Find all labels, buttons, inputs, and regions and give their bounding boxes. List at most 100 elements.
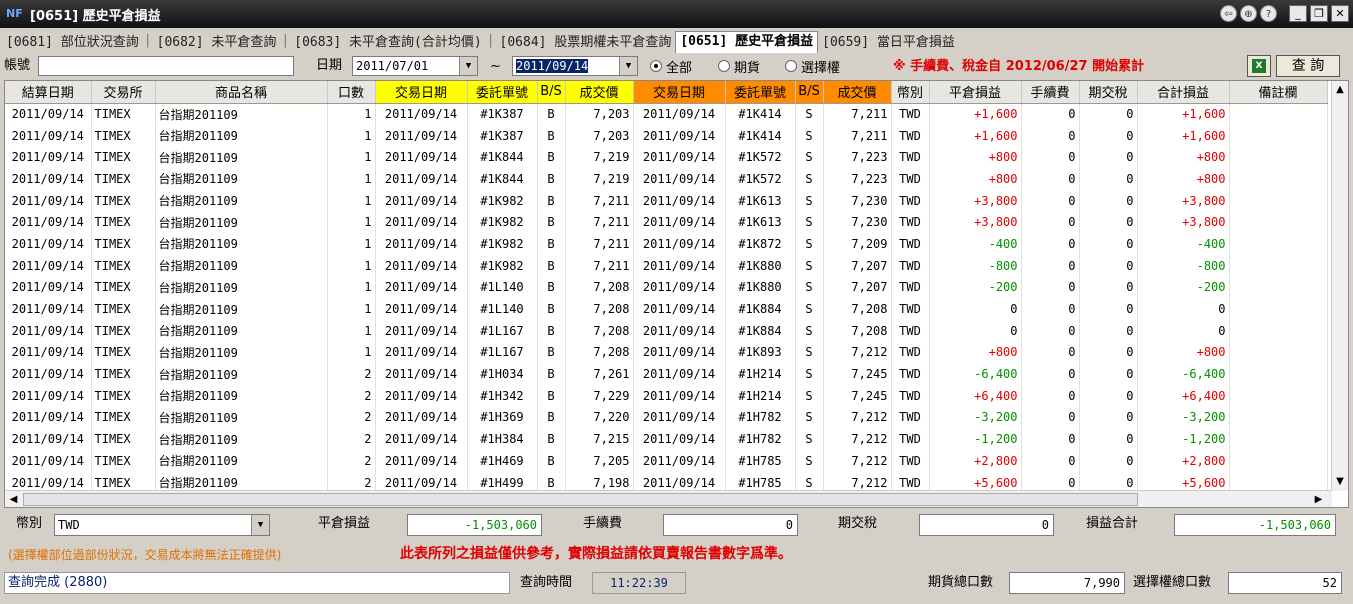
zoom-icon[interactable]: ⊕ [1240, 5, 1257, 22]
radio-unchecked-icon [785, 60, 797, 72]
tab-0683[interactable]: [0683] 未平倉查詢(合計均價) [290, 33, 485, 53]
cell-fee: 0 [1021, 103, 1080, 125]
col-close-order-no[interactable]: 委託單號 [725, 81, 796, 104]
table-row[interactable]: 2011/09/14 TIMEX 台指期201109 1 2011/09/14 #1K84… [5, 168, 1328, 190]
account-field[interactable] [38, 56, 294, 76]
cell-currency: TWD [891, 211, 930, 234]
table-row[interactable]: 2011/09/14 TIMEX 台指期201109 2 2011/09/14 #1H36… [5, 406, 1328, 429]
cell-currency: TWD [891, 233, 930, 255]
cell-open-price: 7,219 [565, 168, 634, 190]
cell-close-bs: S [795, 363, 824, 385]
col-close-bs[interactable]: B/S [795, 81, 824, 104]
cell-open-order-no: #1K982 [467, 233, 538, 255]
cell-currency: TWD [891, 450, 930, 472]
scroll-down-icon[interactable]: ▼ [1332, 473, 1348, 490]
col-settle-date[interactable]: 結算日期 [5, 81, 92, 104]
cell-open-trade-date: 2011/09/14 [375, 341, 468, 364]
chevron-down-icon[interactable]: ▼ [459, 57, 477, 75]
table-row[interactable]: 2011/09/14 TIMEX 台指期201109 1 2011/09/14 #1K38… [5, 103, 1328, 125]
cell-close-price: 7,245 [823, 363, 892, 385]
close-button[interactable]: ✕ [1331, 5, 1349, 22]
cell-close-price: 7,208 [823, 319, 892, 342]
col-total-pnl[interactable]: 合計損益 [1137, 81, 1230, 104]
cell-open-order-no: #1L167 [467, 319, 538, 342]
col-close-price[interactable]: 成交價 [823, 81, 892, 104]
scroll-right-icon[interactable]: ▶ [1310, 491, 1327, 507]
cell-open-bs: B [537, 103, 566, 125]
cell-total-pnl: 0 [1137, 319, 1230, 342]
scroll-up-icon[interactable]: ▲ [1332, 81, 1348, 98]
col-exchange[interactable]: 交易所 [91, 81, 156, 104]
col-pnl[interactable]: 平倉損益 [929, 81, 1022, 104]
back-icon[interactable]: ⇦ [1220, 5, 1237, 22]
cell-close-bs: S [795, 103, 824, 125]
cell-close-trade-date: 2011/09/14 [633, 189, 726, 212]
cell-total-pnl: -200 [1137, 276, 1230, 299]
chevron-down-icon[interactable]: ▼ [619, 57, 637, 75]
cell-exchange: TIMEX [91, 450, 156, 472]
table-row[interactable]: 2011/09/14 TIMEX 台指期201109 1 2011/09/14 #1K98… [5, 211, 1328, 234]
tab-0684[interactable]: [0684] 股票期權未平倉查詢 [496, 33, 676, 53]
col-open-trade-date[interactable]: 交易日期 [375, 81, 468, 104]
cell-close-bs: S [795, 341, 824, 364]
excel-export-button[interactable]: X [1247, 55, 1271, 77]
date-to-combo[interactable]: 2011/09/14 ▼ [512, 56, 638, 76]
col-currency[interactable]: 幣別 [891, 81, 930, 104]
vertical-scrollbar[interactable]: ▲ ▼ [1331, 81, 1348, 491]
table-row[interactable]: 2011/09/14 TIMEX 台指期201109 1 2011/09/14 #1K84… [5, 146, 1328, 169]
cell-close-trade-date: 2011/09/14 [633, 124, 726, 147]
col-open-order-no[interactable]: 委託單號 [467, 81, 538, 104]
col-fee[interactable]: 手續費 [1021, 81, 1080, 104]
cell-close-price: 7,207 [823, 276, 892, 299]
scroll-left-icon[interactable]: ◀ [5, 491, 22, 507]
cell-settle-date: 2011/09/14 [5, 428, 92, 450]
date-from-combo[interactable]: 2011/07/01 ▼ [352, 56, 478, 76]
radio-all[interactable]: 全部 [650, 56, 692, 76]
col-remark[interactable]: 備註欄 [1229, 81, 1328, 104]
chevron-down-icon[interactable]: ▼ [251, 515, 269, 535]
tab-0681[interactable]: [0681] 部位狀況查詢 [2, 33, 143, 53]
col-tax[interactable]: 期交稅 [1079, 81, 1138, 104]
query-button[interactable]: 查 詢 [1276, 55, 1340, 77]
cell-exchange: TIMEX [91, 168, 156, 190]
col-lots[interactable]: 口數 [327, 81, 376, 104]
horizontal-scrollbar[interactable]: ◀ ▶ [5, 490, 1332, 507]
table-row[interactable]: 2011/09/14 TIMEX 台指期201109 1 2011/09/14 #1L14… [5, 276, 1328, 299]
table-row[interactable]: 2011/09/14 TIMEX 台指期201109 2 2011/09/14 #1H34… [5, 384, 1328, 407]
cell-close-price: 7,212 [823, 341, 892, 364]
cell-close-order-no: #1K414 [725, 124, 796, 147]
col-close-trade-date[interactable]: 交易日期 [633, 81, 726, 104]
table-row[interactable]: 2011/09/14 TIMEX 台指期201109 2 2011/09/14 #1H03… [5, 363, 1328, 385]
col-open-bs[interactable]: B/S [537, 81, 566, 104]
radio-futures[interactable]: 期貨 [718, 56, 760, 76]
cell-lots: 1 [327, 124, 376, 147]
table-row[interactable]: 2011/09/14 TIMEX 台指期201109 1 2011/09/14 #1K98… [5, 254, 1328, 277]
table-row[interactable]: 2011/09/14 TIMEX 台指期201109 1 2011/09/14 #1K98… [5, 233, 1328, 255]
cell-fee: 0 [1021, 211, 1080, 234]
table-row[interactable]: 2011/09/14 TIMEX 台指期201109 1 2011/09/14 #1L16… [5, 341, 1328, 364]
table-row[interactable]: 2011/09/14 TIMEX 台指期201109 1 2011/09/14 #1L16… [5, 319, 1328, 342]
tab-0651[interactable]: [0651] 歷史平倉損益 [675, 31, 819, 53]
currency-combo[interactable]: TWD ▼ [54, 514, 270, 536]
minimize-button[interactable]: _ [1289, 5, 1307, 22]
tab-0682[interactable]: [0682] 未平倉查詢 [153, 33, 281, 53]
table-row[interactable]: 2011/09/14 TIMEX 台指期201109 1 2011/09/14 #1L14… [5, 298, 1328, 320]
restore-button[interactable]: ❐ [1310, 5, 1328, 22]
table-row[interactable]: 2011/09/14 TIMEX 台指期201109 1 2011/09/14 #1K98… [5, 189, 1328, 212]
cell-open-trade-date: 2011/09/14 [375, 276, 468, 299]
cell-remark [1229, 341, 1328, 364]
cell-open-trade-date: 2011/09/14 [375, 363, 468, 385]
horizontal-scroll-thumb[interactable] [23, 493, 1138, 506]
cell-open-trade-date: 2011/09/14 [375, 254, 468, 277]
table-row[interactable]: 2011/09/14 TIMEX 台指期201109 1 2011/09/14 #1K38… [5, 124, 1328, 147]
table-row[interactable]: 2011/09/14 TIMEX 台指期201109 2 2011/09/14 #1H46… [5, 450, 1328, 472]
help-icon[interactable]: ? [1260, 5, 1277, 22]
col-product[interactable]: 商品名稱 [155, 81, 328, 104]
table-row[interactable]: 2011/09/14 TIMEX 台指期201109 2 2011/09/14 #1H38… [5, 428, 1328, 450]
tab-0659[interactable]: [0659] 當日平倉損益 [818, 33, 959, 53]
col-open-price[interactable]: 成交價 [565, 81, 634, 104]
cell-remark [1229, 406, 1328, 429]
cell-open-order-no: #1H034 [467, 363, 538, 385]
radio-options[interactable]: 選擇權 [785, 56, 840, 76]
cell-exchange: TIMEX [91, 363, 156, 385]
